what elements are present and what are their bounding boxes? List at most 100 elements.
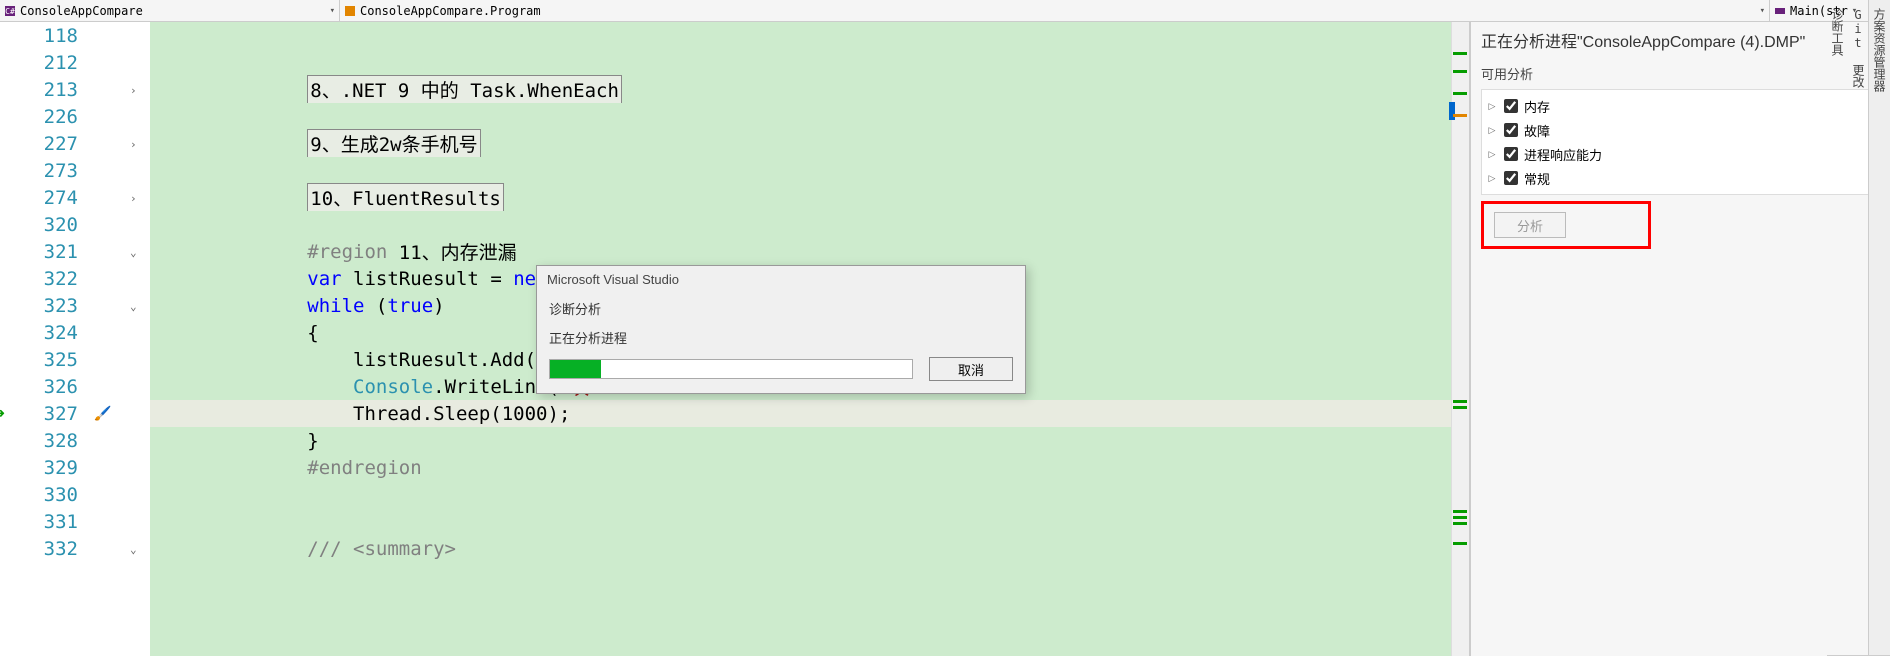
gutter-row: ➜327🖌️ xyxy=(0,400,150,427)
collapsed-region-box[interactable]: 9、生成2w条手机号 xyxy=(307,129,480,158)
collapsed-region-box[interactable]: 10、FluentResults xyxy=(307,183,504,212)
code-token: } xyxy=(307,430,318,452)
analysis-checkbox[interactable] xyxy=(1504,123,1518,137)
vertical-scrollbar[interactable] xyxy=(1451,22,1469,656)
code-token: { xyxy=(307,322,318,344)
panel-title: 正在分析进程"ConsoleAppCompare (4).DMP" xyxy=(1481,28,1880,52)
line-number: 328 xyxy=(22,430,84,452)
code-line[interactable] xyxy=(150,211,1451,238)
analysis-checkbox[interactable] xyxy=(1504,147,1518,161)
side-tab-solution-explorer[interactable]: 方案资源管理器 xyxy=(1869,0,1890,656)
scrollbar-viewport-indicator xyxy=(1449,102,1455,120)
fold-collapsed-icon[interactable]: › xyxy=(130,84,142,96)
fold-collapsed-icon[interactable]: › xyxy=(130,192,142,204)
gutter-row: 326 xyxy=(0,373,150,400)
code-line[interactable] xyxy=(150,508,1451,535)
line-number: 274 xyxy=(22,187,84,209)
side-tab-diagnostic-tools[interactable]: 诊断工具 xyxy=(1827,0,1848,656)
code-token: listRuesult.Add( xyxy=(307,349,536,371)
code-token: Thread.Sleep(1000); xyxy=(307,403,570,425)
fold-collapsed-icon[interactable]: › xyxy=(130,138,142,150)
code-line[interactable]: } xyxy=(150,427,1451,454)
gutter-row: 331 xyxy=(0,508,150,535)
scrollbar-change-mark xyxy=(1453,70,1467,73)
side-tab-git-changes[interactable]: Git 更改 xyxy=(1848,0,1869,656)
code-token: /// xyxy=(307,538,353,560)
cancel-button[interactable]: 取消 xyxy=(929,357,1013,381)
gutter-row: 321 ⌄ xyxy=(0,238,150,265)
expand-triangle-icon[interactable]: ▷ xyxy=(1486,125,1498,136)
line-number: 320 xyxy=(22,214,84,236)
analyze-button-highlight: 分析 xyxy=(1481,201,1651,249)
class-name: ConsoleAppCompare.Program xyxy=(360,4,541,18)
fold-column: › xyxy=(122,84,150,96)
code-token: var xyxy=(307,268,353,290)
code-line[interactable] xyxy=(150,481,1451,508)
gutter-row: 325 xyxy=(0,346,150,373)
code-line[interactable]: 8、.NET 9 中的 Task.WhenEach xyxy=(150,76,1451,103)
code-line[interactable] xyxy=(150,157,1451,184)
line-number: 325 xyxy=(22,349,84,371)
line-number: 326 xyxy=(22,376,84,398)
code-token: ( xyxy=(376,295,387,317)
analysis-options-list: ▷内存▷故障▷进程响应能力▷常规 xyxy=(1481,89,1880,195)
analysis-option[interactable]: ▷内存 xyxy=(1486,94,1875,118)
line-number: 322 xyxy=(22,268,84,290)
code-line[interactable] xyxy=(150,22,1451,49)
execution-pointer-icon: ➜ xyxy=(0,403,5,424)
gutter-row: 273 xyxy=(0,157,150,184)
analysis-checkbox[interactable] xyxy=(1504,99,1518,113)
code-line[interactable]: /// <summary> xyxy=(150,535,1451,562)
fold-column: ⌄ xyxy=(122,300,150,312)
screwdriver-icon[interactable]: 🖌️ xyxy=(94,406,111,422)
code-token: 11、内存泄漏 xyxy=(399,238,517,265)
analyze-button[interactable]: 分析 xyxy=(1494,212,1566,238)
fold-column: › xyxy=(122,192,150,204)
code-line[interactable] xyxy=(150,49,1451,76)
scrollbar-change-mark xyxy=(1453,542,1467,545)
line-number: 321 xyxy=(22,241,84,263)
editor-gutter: 118212213›226227›273274›320321⌄322323⌄32… xyxy=(0,22,150,656)
chevron-down-icon: ▾ xyxy=(330,6,335,16)
analysis-option[interactable]: ▷ 故障 xyxy=(1486,118,1875,142)
analysis-option[interactable]: ▷常规 xyxy=(1486,166,1875,190)
code-line[interactable]: 10、FluentResults xyxy=(150,184,1451,211)
code-line[interactable] xyxy=(150,103,1451,130)
gutter-row: 328 xyxy=(0,427,150,454)
line-number: 212 xyxy=(22,52,84,74)
code-token: <summary> xyxy=(353,538,456,560)
line-number: 331 xyxy=(22,511,84,533)
gutter-row: 322 xyxy=(0,265,150,292)
progress-fill xyxy=(550,360,601,378)
expand-triangle-icon[interactable]: ▷ xyxy=(1486,101,1498,112)
code-line[interactable]: 9、生成2w条手机号 xyxy=(150,130,1451,157)
project-name: ConsoleAppCompare xyxy=(20,4,143,18)
code-line[interactable]: #endregion xyxy=(150,454,1451,481)
analysis-checkbox[interactable] xyxy=(1504,171,1518,185)
fold-column: ⌄ xyxy=(122,246,150,258)
gutter-row: 118 xyxy=(0,22,150,49)
scrollbar-change-mark xyxy=(1453,522,1467,525)
analysis-label: 故障 xyxy=(1524,121,1550,140)
analysis-label: 进程响应能力 xyxy=(1524,145,1602,164)
code-line[interactable]: Thread.Sleep(1000); xyxy=(150,400,1451,427)
line-number: 226 xyxy=(22,106,84,128)
code-token: #endregion xyxy=(307,457,421,479)
scrollbar-change-mark xyxy=(1453,114,1467,117)
analysis-option[interactable]: ▷ 进程响应能力 xyxy=(1486,142,1875,166)
scrollbar-change-mark xyxy=(1453,400,1467,403)
scrollbar-change-mark xyxy=(1453,516,1467,519)
fold-column: › xyxy=(122,138,150,150)
project-dropdown[interactable]: C# ConsoleAppCompare ▾ xyxy=(0,0,340,21)
expand-triangle-icon[interactable]: ▷ xyxy=(1486,149,1498,160)
fold-expanded-icon[interactable]: ⌄ xyxy=(130,300,142,312)
expand-triangle-icon[interactable]: ▷ xyxy=(1486,173,1498,184)
class-dropdown[interactable]: ConsoleAppCompare.Program ▾ xyxy=(340,0,1770,21)
code-line[interactable]: #region 11、内存泄漏 xyxy=(150,238,1451,265)
collapsed-region-box[interactable]: 8、.NET 9 中的 Task.WhenEach xyxy=(307,75,622,104)
scrollbar-change-mark xyxy=(1453,52,1467,55)
fold-expanded-icon[interactable]: ⌄ xyxy=(130,543,142,555)
svg-text:C#: C# xyxy=(5,7,15,16)
fold-expanded-icon[interactable]: ⌄ xyxy=(130,246,142,258)
code-token: Console xyxy=(307,376,433,398)
